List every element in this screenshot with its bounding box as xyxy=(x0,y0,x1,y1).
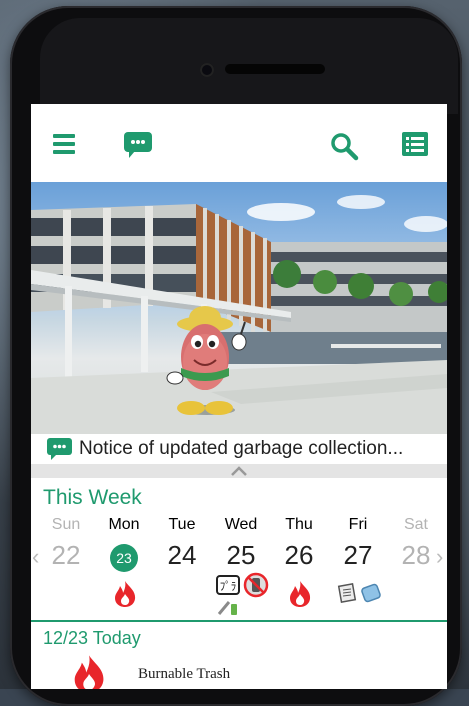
chat-bubble-icon xyxy=(47,438,72,460)
day-name-wed: Wed xyxy=(224,516,258,533)
this-week-calendar: This Week Sun Mon Tue Wed Thu Fri Sat ‹ … xyxy=(31,478,447,620)
messages-button[interactable] xyxy=(124,132,158,166)
week-title: This Week xyxy=(43,486,142,509)
notice-banner[interactable]: Notice of updated garbage collection... xyxy=(31,434,447,464)
menu-icon xyxy=(53,134,75,154)
search-button[interactable] xyxy=(330,132,364,166)
day-date-wed[interactable]: 25 xyxy=(212,540,270,571)
day-date-sat[interactable]: 28 xyxy=(387,540,445,571)
svg-text:ﾌﾟﾗ: ﾌﾟﾗ xyxy=(220,580,237,593)
day-date-tue[interactable]: 24 xyxy=(153,540,211,571)
front-camera xyxy=(200,63,214,77)
recycle-icon: ﾌﾟﾗ xyxy=(216,575,240,595)
notice-text: Notice of updated garbage collection... xyxy=(79,438,404,459)
hero-banner-image xyxy=(31,182,447,434)
list-icon xyxy=(402,132,428,156)
menu-button[interactable] xyxy=(53,132,87,166)
app-toolbar xyxy=(31,104,447,182)
day-date-thu[interactable]: 26 xyxy=(270,540,328,571)
day-name-thu: Thu xyxy=(285,516,313,533)
day-name-mon: Mon xyxy=(108,516,140,533)
earpiece-speaker xyxy=(225,64,325,74)
chevron-up-icon xyxy=(231,466,247,476)
burnable-icon xyxy=(74,655,104,689)
bottle-icon xyxy=(361,583,381,603)
today-detail: 12/23 Today Burnable Trash xyxy=(31,622,447,689)
phone-bezel-top xyxy=(40,18,458,114)
day-date-fri[interactable]: 27 xyxy=(329,540,387,571)
day-date-sun[interactable]: 22 xyxy=(37,540,95,571)
city-hall-illustration xyxy=(31,195,447,434)
day-date-mon-today[interactable]: 23 xyxy=(110,544,138,572)
chat-bubble-icon xyxy=(124,132,152,158)
burnable-icon xyxy=(115,581,136,607)
day-name-tue: Tue xyxy=(168,516,196,533)
no-plastic-icon xyxy=(243,572,269,598)
today-item-label[interactable]: Burnable Trash xyxy=(138,666,230,683)
search-icon xyxy=(331,133,359,161)
list-view-button[interactable] xyxy=(402,132,436,166)
newspaper-icon xyxy=(337,583,357,603)
day-name-fri: Fri xyxy=(348,516,368,533)
burnable-icon xyxy=(290,581,311,607)
day-name-sat: Sat xyxy=(403,516,428,533)
app-screen: Notice of updated garbage collection... … xyxy=(31,104,447,689)
pen-battery-icon xyxy=(217,601,237,615)
day-name-sun: Sun xyxy=(51,516,81,533)
collapse-handle[interactable] xyxy=(31,464,447,478)
today-date-label: 12/23 Today xyxy=(43,628,141,648)
